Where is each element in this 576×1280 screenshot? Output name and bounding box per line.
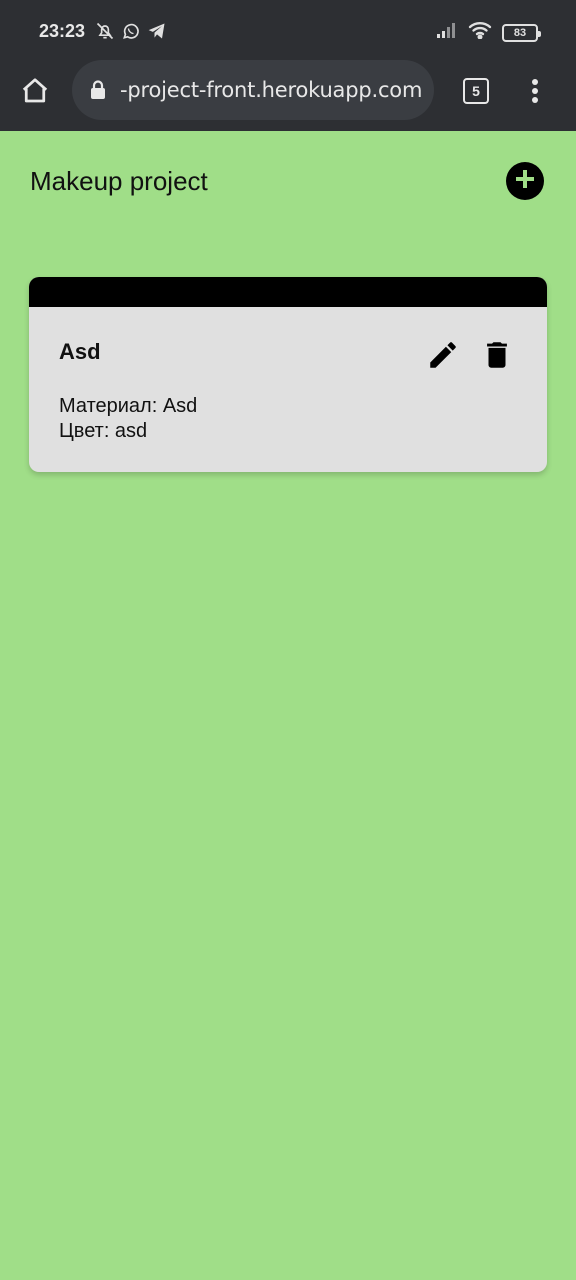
menu-dot xyxy=(532,88,538,94)
battery-indicator: 83 xyxy=(502,23,541,42)
menu-dot xyxy=(532,97,538,103)
browser-toolbar: -project-front.herokuapp.com 5 xyxy=(0,60,576,131)
telegram-icon xyxy=(147,21,167,46)
card-color: Цвет: asd xyxy=(59,420,148,442)
menu-dot xyxy=(532,79,538,85)
add-button[interactable] xyxy=(506,162,544,200)
delete-icon xyxy=(480,338,514,377)
lock-icon xyxy=(90,80,106,100)
card-actions xyxy=(425,339,515,375)
signal-icon xyxy=(436,22,458,43)
bell-off-icon xyxy=(95,21,115,46)
wifi-icon xyxy=(468,21,492,44)
system-icons: 83 xyxy=(436,21,541,44)
home-icon xyxy=(20,76,50,111)
notification-icons xyxy=(95,21,167,46)
card-material: Материал: Asd xyxy=(59,395,198,417)
card-title: Asd xyxy=(59,339,101,364)
edit-button[interactable] xyxy=(425,339,461,375)
edit-icon xyxy=(426,338,460,377)
item-card: Asd Материал: Asd Цвет: asd xyxy=(29,277,547,472)
url-text: -project-front.herokuapp.com xyxy=(120,78,423,102)
whatsapp-icon xyxy=(121,21,141,46)
tab-switcher-button[interactable]: 5 xyxy=(463,78,489,104)
page-title: Makeup project xyxy=(30,166,208,196)
delete-button[interactable] xyxy=(479,339,515,375)
browser-menu-button[interactable] xyxy=(526,76,544,106)
home-button[interactable] xyxy=(18,76,52,110)
card-header-bar xyxy=(29,277,547,307)
status-bar: 23:23 83 xyxy=(0,0,576,60)
status-time: 23:23 xyxy=(39,21,86,41)
address-bar[interactable]: -project-front.herokuapp.com xyxy=(72,60,434,120)
plus-icon xyxy=(514,168,536,195)
